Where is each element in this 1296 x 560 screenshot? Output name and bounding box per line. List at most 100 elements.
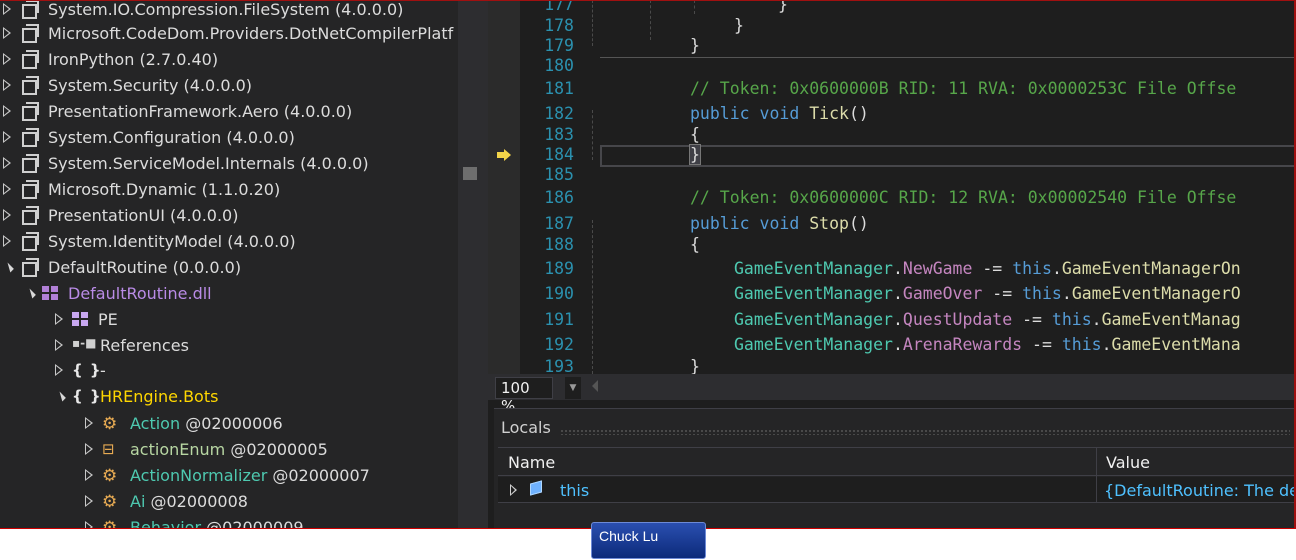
window-frame-top — [0, 0, 1296, 1]
locals-row[interactable]: this {DefaultRoutine: The def — [498, 477, 1296, 503]
code-line: } — [690, 36, 700, 55]
tree-item-assembly-expanded[interactable]: DefaultRoutine (0.0.0.0) — [0, 254, 458, 280]
indicator-margin[interactable] — [488, 0, 520, 374]
assembly-icon — [20, 128, 42, 147]
module-icon — [42, 286, 58, 300]
indent-guide — [694, 0, 695, 14]
column-divider — [1096, 477, 1097, 503]
assembly-icon — [20, 0, 42, 19]
tree-item-type[interactable]: ⚙ Behavior @02000009 — [0, 514, 458, 528]
expand-arrow-icon[interactable] — [0, 234, 14, 248]
expand-arrow-icon[interactable] — [0, 104, 14, 118]
tree-item-assembly[interactable]: System.Configuration (4.0.0.0) — [0, 124, 458, 150]
tree-item-module[interactable]: DefaultRoutine.dll — [0, 280, 458, 306]
code-line: GameEventManager.NewGame -= this.GameEve… — [734, 259, 1241, 278]
tree-item-type[interactable]: ⚙ Ai @02000008 — [0, 488, 458, 514]
assembly-explorer-tree: System.IO.Compression.FileSystem (4.0.0.… — [0, 0, 458, 528]
expand-arrow-icon[interactable] — [510, 484, 517, 496]
expand-arrow-icon[interactable] — [0, 182, 14, 196]
tree-item-assembly[interactable]: PresentationUI (4.0.0.0) — [0, 202, 458, 228]
assembly-icon — [20, 24, 42, 43]
line-number: 190 — [544, 284, 574, 303]
collapse-arrow-icon[interactable] — [22, 286, 36, 300]
tree-item-references[interactable]: ▪-■ References — [0, 332, 458, 358]
expand-arrow-icon[interactable] — [0, 26, 14, 40]
code-line: { — [690, 235, 700, 254]
class-icon: ⚙ — [102, 466, 118, 486]
splitter-grip[interactable] — [463, 167, 477, 180]
assembly-icon — [20, 50, 42, 69]
tree-item-namespace-expanded[interactable]: { } HREngine.Bots — [0, 383, 458, 409]
scroll-left-arrow-icon[interactable] — [592, 380, 598, 392]
locals-window: Locals Name Value this {DefaultRoutine: … — [494, 408, 1296, 528]
user-taskbar-button[interactable]: Chuck Lu — [591, 522, 706, 559]
tree-item-assembly[interactable]: System.Security (4.0.0.0) — [0, 72, 458, 98]
expand-arrow-icon[interactable] — [82, 416, 96, 430]
expand-arrow-icon[interactable] — [82, 442, 96, 456]
code-editor[interactable]: 177 178 179 180 181 182 183 184 185 186 … — [488, 0, 1296, 374]
tree-item-assembly[interactable]: System.IdentityModel (4.0.0.0) — [0, 228, 458, 254]
expand-arrow-icon[interactable] — [0, 130, 14, 144]
assembly-icon — [20, 180, 42, 199]
class-icon: ⚙ — [102, 414, 118, 434]
column-header-name[interactable]: Name — [508, 453, 555, 472]
indent-guide — [650, 0, 651, 40]
expand-arrow-icon[interactable] — [52, 338, 66, 352]
tree-item-assembly[interactable]: Microsoft.Dynamic (1.1.0.20) — [0, 176, 458, 202]
line-number: 178 — [544, 16, 574, 35]
code-line: } — [689, 144, 701, 165]
tree-item-assembly[interactable]: System.ServiceModel.Internals (4.0.0.0) — [0, 150, 458, 176]
line-number: 193 — [544, 357, 574, 374]
pane-splitter[interactable] — [458, 0, 488, 528]
collapse-arrow-icon[interactable] — [52, 389, 66, 403]
code-line: GameEventManager.QuestUpdate -= this.Gam… — [734, 310, 1241, 329]
method-separator — [600, 57, 1296, 58]
expand-arrow-icon[interactable] — [0, 2, 14, 16]
local-name: this — [560, 481, 590, 500]
namespace-icon: { } — [72, 361, 102, 379]
locals-drag-grip[interactable] — [560, 429, 1290, 435]
object-icon — [530, 480, 542, 496]
expand-arrow-icon[interactable] — [0, 208, 14, 222]
expand-arrow-icon[interactable] — [82, 468, 96, 482]
expand-arrow-icon[interactable] — [0, 78, 14, 92]
tree-item-namespace[interactable]: { } - — [0, 357, 458, 383]
zoom-level-input[interactable]: 100 % — [495, 377, 553, 415]
code-line: GameEventManager.GameOver -= this.GameEv… — [734, 284, 1241, 303]
zoom-dropdown-chevron-down-icon[interactable]: ▼ — [565, 377, 581, 399]
tree-item-type[interactable]: ⚙ Action @02000006 — [0, 410, 458, 436]
expand-arrow-icon[interactable] — [0, 52, 14, 66]
code-comment: // Token: 0x0600000C RID: 12 RVA: 0x0000… — [690, 188, 1237, 207]
current-statement-arrow-icon — [497, 149, 511, 161]
line-number: 183 — [544, 125, 574, 144]
tree-item-type[interactable]: ⚙ ActionNormalizer @02000007 — [0, 462, 458, 488]
local-value[interactable]: {DefaultRoutine: The def — [1104, 481, 1296, 500]
expand-arrow-icon[interactable] — [52, 363, 66, 377]
fold-guide — [592, 220, 593, 374]
code-line: } — [690, 357, 700, 374]
column-divider[interactable] — [1096, 448, 1097, 477]
expand-arrow-icon[interactable] — [52, 312, 66, 326]
line-number: 184 — [544, 145, 574, 164]
expand-arrow-icon[interactable] — [82, 520, 96, 528]
line-number: 185 — [544, 165, 574, 184]
expand-arrow-icon[interactable] — [0, 156, 14, 170]
tree-item-assembly[interactable]: System.IO.Compression.FileSystem (4.0.0.… — [0, 0, 458, 22]
column-header-value[interactable]: Value — [1106, 453, 1150, 472]
line-number: 191 — [544, 310, 574, 329]
tree-item-assembly[interactable]: IronPython (2.7.0.40) — [0, 46, 458, 72]
code-line: public void Stop() — [690, 214, 869, 233]
pe-icon — [72, 312, 88, 326]
tree-item-type[interactable]: ⊟ actionEnum @02000005 — [0, 436, 458, 462]
code-line: public void Tick() — [690, 104, 869, 123]
assembly-icon — [20, 76, 42, 95]
namespace-icon: { } — [72, 387, 102, 405]
tree-item-pe[interactable]: PE — [0, 306, 458, 332]
tree-item-assembly[interactable]: Microsoft.CodeDom.Providers.DotNetCompil… — [0, 20, 458, 46]
tree-item-assembly[interactable]: PresentationFramework.Aero (4.0.0.0) — [0, 98, 458, 124]
expand-arrow-icon[interactable] — [82, 494, 96, 508]
code-comment: // Token: 0x0600000B RID: 11 RVA: 0x0000… — [690, 79, 1237, 98]
assembly-icon — [20, 232, 42, 251]
code-line: } — [778, 0, 788, 14]
collapse-arrow-icon[interactable] — [0, 260, 14, 274]
